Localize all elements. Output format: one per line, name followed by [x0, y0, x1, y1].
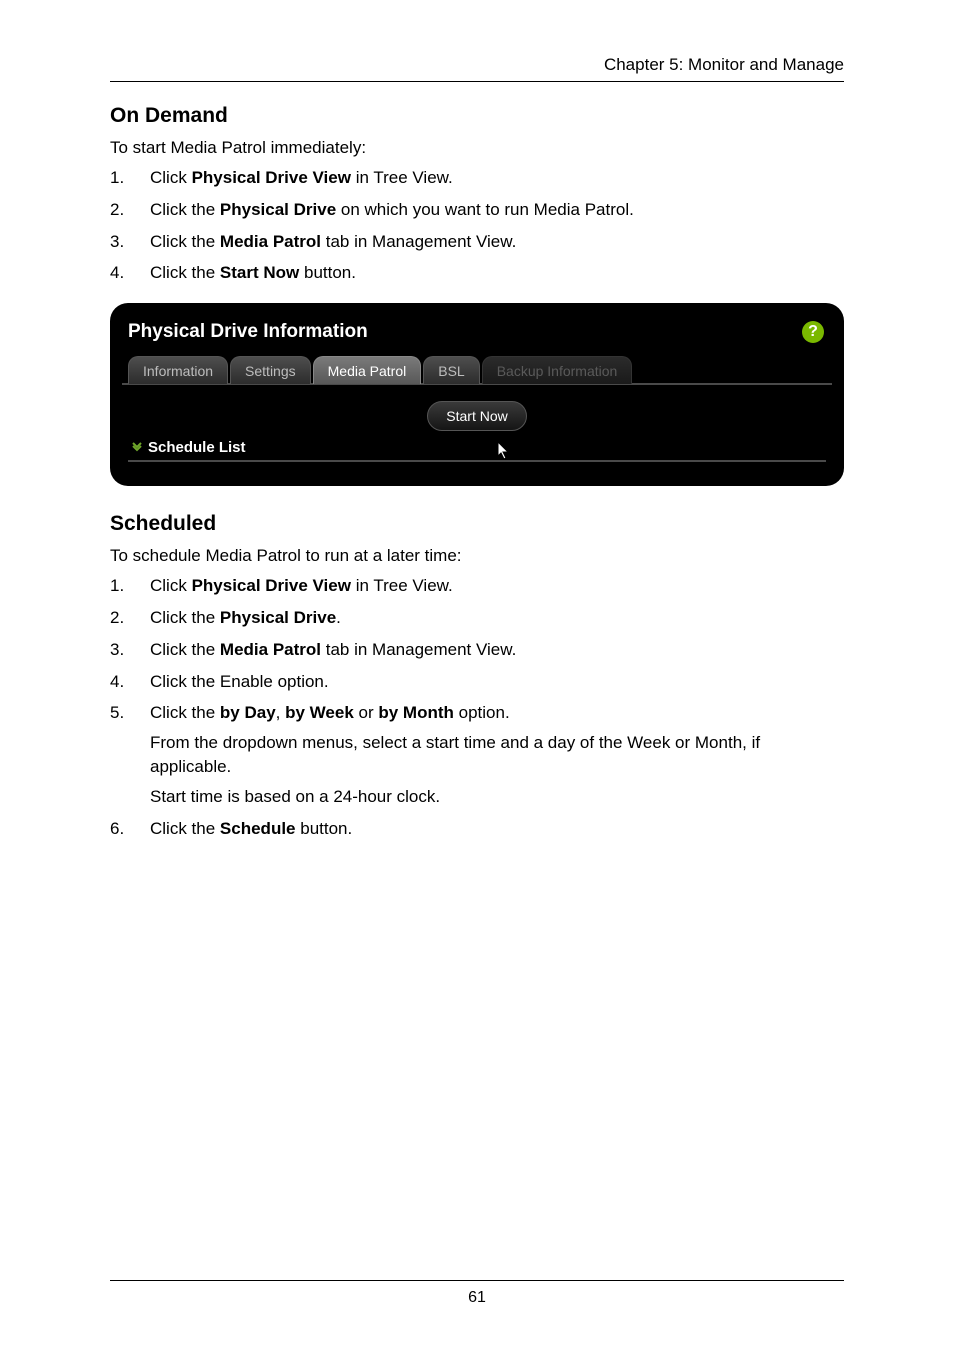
step-number: 3. — [110, 230, 150, 254]
step-text: Click Physical Drive View in Tree View. — [150, 574, 844, 598]
step-number: 2. — [110, 198, 150, 222]
scheduled-heading: Scheduled — [110, 512, 844, 536]
step-number: 4. — [110, 670, 150, 694]
tab-media-patrol[interactable]: Media Patrol — [313, 356, 422, 384]
step-number: 3. — [110, 638, 150, 662]
on-demand-steps: 1.Click Physical Drive View in Tree View… — [110, 166, 844, 285]
step-item: 2.Click the Physical Drive. — [110, 606, 844, 630]
step-item: 5.Click the by Day, by Week or by Month … — [110, 701, 844, 808]
tab-backup-information: Backup Information — [482, 356, 633, 384]
tab-information[interactable]: Information — [128, 356, 228, 384]
step-text: Click the Enable option. — [150, 670, 844, 694]
step-text: Click the Media Patrol tab in Management… — [150, 230, 844, 254]
on-demand-heading: On Demand — [110, 104, 844, 128]
start-now-label: Start Now — [446, 408, 507, 424]
page-footer: 61 — [110, 1280, 844, 1307]
step-number: 1. — [110, 574, 150, 598]
start-now-button[interactable]: Start Now — [427, 401, 526, 431]
schedule-list-label: Schedule List — [148, 439, 246, 456]
step-number: 2. — [110, 606, 150, 630]
physical-drive-panel: Physical Drive Information ? Information… — [110, 303, 844, 486]
step-text: Click the Start Now button. — [150, 261, 844, 285]
step-text: Click the Media Patrol tab in Management… — [150, 638, 844, 662]
step-number: 1. — [110, 166, 150, 190]
step-text: Click the by Day, by Week or by Month op… — [150, 701, 844, 808]
step-item: 4.Click the Enable option. — [110, 670, 844, 694]
tab-settings[interactable]: Settings — [230, 356, 311, 384]
scheduled-intro: To schedule Media Patrol to run at a lat… — [110, 546, 844, 566]
page-number: 61 — [468, 1289, 486, 1306]
step-item: 1.Click Physical Drive View in Tree View… — [110, 166, 844, 190]
step-item: 3.Click the Media Patrol tab in Manageme… — [110, 230, 844, 254]
step-text: Click the Schedule button. — [150, 817, 844, 841]
step-item: 6.Click the Schedule button. — [110, 817, 844, 841]
chevron-down-icon — [130, 441, 144, 455]
step-item: 2.Click the Physical Drive on which you … — [110, 198, 844, 222]
tabs-row: InformationSettingsMedia PatrolBSLBackup… — [122, 355, 832, 385]
step-number: 5. — [110, 701, 150, 808]
step-subtext: Start time is based on a 24-hour clock. — [150, 785, 844, 809]
tab-bsl[interactable]: BSL — [423, 356, 479, 384]
step-item: 4.Click the Start Now button. — [110, 261, 844, 285]
step-text: Click the Physical Drive on which you wa… — [150, 198, 844, 222]
on-demand-intro: To start Media Patrol immediately: — [110, 138, 844, 158]
help-icon[interactable]: ? — [802, 321, 824, 343]
step-text: Click Physical Drive View in Tree View. — [150, 166, 844, 190]
step-text: Click the Physical Drive. — [150, 606, 844, 630]
panel-title: Physical Drive Information — [128, 321, 368, 343]
scheduled-steps: 1.Click Physical Drive View in Tree View… — [110, 574, 844, 840]
step-number: 6. — [110, 817, 150, 841]
step-item: 3.Click the Media Patrol tab in Manageme… — [110, 638, 844, 662]
step-number: 4. — [110, 261, 150, 285]
chapter-header: Chapter 5: Monitor and Manage — [110, 55, 844, 82]
step-item: 1.Click Physical Drive View in Tree View… — [110, 574, 844, 598]
schedule-list-header[interactable]: Schedule List — [128, 439, 826, 462]
step-subtext: From the dropdown menus, select a start … — [150, 731, 844, 779]
